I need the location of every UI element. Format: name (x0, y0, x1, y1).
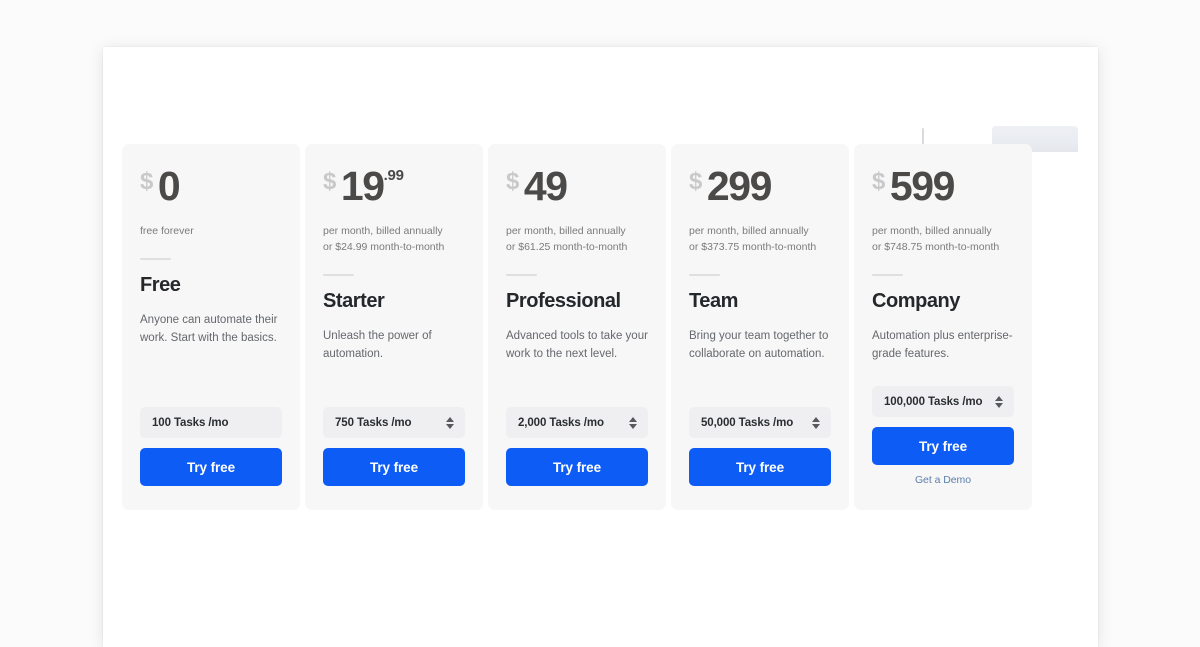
stepper-up-icon (446, 416, 454, 422)
price-amount: 49 (523, 163, 568, 209)
stepper-icon[interactable] (811, 416, 821, 429)
stepper-icon[interactable] (628, 416, 638, 429)
billing-note-primary: per month, billed annually (689, 225, 809, 237)
price-amount: 599 (889, 163, 956, 209)
billing-note-secondary: or $373.75 month-to-month (689, 241, 817, 254)
card-footer: 750 Tasks /mo Try free (323, 385, 465, 487)
stepper-up-icon (812, 416, 820, 422)
stepper-icon[interactable] (994, 395, 1004, 408)
billing-note-secondary: or $24.99 month-to-month (323, 241, 445, 254)
price-amount: 299 (706, 163, 773, 209)
pricing-card: $ 299 per month, billed annually or $373… (671, 144, 849, 511)
divider (140, 258, 171, 261)
divider (506, 274, 537, 277)
tasks-per-month-select[interactable]: 2,000 Tasks /mo (506, 407, 648, 439)
tasks-per-month-value: 50,000 Tasks /mo (701, 416, 794, 429)
tasks-per-month-value: 100 Tasks /mo (152, 416, 229, 429)
try-free-button[interactable]: Try free (689, 448, 831, 487)
card-footer: 50,000 Tasks /mo Try free (689, 385, 831, 487)
stepper-up-icon (629, 416, 637, 422)
pricing-card: $ 599 per month, billed annually or $748… (854, 144, 1032, 511)
plan-name: Professional (506, 290, 621, 313)
plan-name: Starter (323, 290, 385, 313)
billing-note-secondary: or $61.25 month-to-month (506, 241, 628, 254)
price-cents: .99 (383, 167, 404, 184)
plan-name: Free (140, 274, 181, 297)
tasks-per-month-select[interactable]: 100,000 Tasks /mo (872, 386, 1014, 418)
price-row: $ 49 (506, 166, 648, 210)
pricing-plan-grid: $ 0 free forever Free Anyone can automat… (122, 144, 1079, 511)
price-row: $ 19 .99 (323, 166, 465, 210)
stepper-icon[interactable] (445, 416, 455, 429)
price-amount: 0 (157, 163, 181, 209)
plan-description: Unleash the power of automation. (323, 330, 432, 361)
plan-description: Bring your team together to collaborate … (689, 330, 829, 361)
pricing-card: $ 19 .99 per month, billed annually or $… (305, 144, 483, 511)
price-row: $ 0 (140, 166, 282, 210)
billing-note-primary: free forever (140, 225, 194, 237)
stepper-up-icon (995, 395, 1003, 401)
price-row: $ 299 (689, 166, 831, 210)
currency-symbol: $ (506, 168, 519, 195)
card-footer: 100,000 Tasks /mo Try free Get a Demo (872, 364, 1014, 486)
tasks-per-month-select[interactable]: 750 Tasks /mo (323, 407, 465, 439)
try-free-button[interactable]: Try free (323, 448, 465, 487)
stepper-down-icon (629, 423, 637, 429)
stepper-down-icon (446, 423, 454, 429)
divider (872, 274, 903, 277)
pricing-card: $ 0 free forever Free Anyone can automat… (122, 144, 300, 511)
billing-note-secondary: or $748.75 month-to-month (872, 241, 1000, 254)
pricing-card: $ 49 per month, billed annually or $61.2… (488, 144, 666, 511)
try-free-button[interactable]: Try free (872, 427, 1014, 466)
tasks-per-month-select[interactable]: 50,000 Tasks /mo (689, 407, 831, 439)
plan-description: Automation plus enterprise-grade feature… (872, 330, 1013, 361)
currency-symbol: $ (872, 168, 885, 195)
billing-note-primary: per month, billed annually (323, 225, 443, 237)
price-amount: 19 (340, 163, 385, 209)
tasks-per-month-value: 750 Tasks /mo (335, 416, 412, 429)
currency-symbol: $ (140, 168, 153, 195)
divider (323, 274, 354, 277)
stepper-down-icon (812, 423, 820, 429)
get-a-demo-link[interactable]: Get a Demo (872, 474, 1014, 486)
tasks-per-month-value: 2,000 Tasks /mo (518, 416, 604, 429)
plan-description: Advanced tools to take your work to the … (506, 330, 648, 361)
plan-name: Team (689, 290, 738, 313)
pricing-page-sheet: $ 0 free forever Free Anyone can automat… (103, 47, 1098, 647)
card-footer: 2,000 Tasks /mo Try free (506, 385, 648, 487)
currency-symbol: $ (689, 168, 702, 195)
tasks-per-month-value: 100,000 Tasks /mo (884, 395, 983, 408)
stepper-down-icon (995, 402, 1003, 408)
price-row: $ 599 (872, 166, 1014, 210)
try-free-button[interactable]: Try free (140, 448, 282, 487)
billing-note-primary: per month, billed annually (506, 225, 626, 237)
plan-description: Anyone can automate their work. Start wi… (140, 314, 278, 345)
card-footer: 100 Tasks /mo Try free (140, 385, 282, 487)
tasks-per-month-select[interactable]: 100 Tasks /mo (140, 407, 282, 439)
plan-name: Company (872, 290, 960, 313)
currency-symbol: $ (323, 168, 336, 195)
divider (689, 274, 720, 277)
billing-note-primary: per month, billed annually (872, 225, 992, 237)
try-free-button[interactable]: Try free (506, 448, 648, 487)
